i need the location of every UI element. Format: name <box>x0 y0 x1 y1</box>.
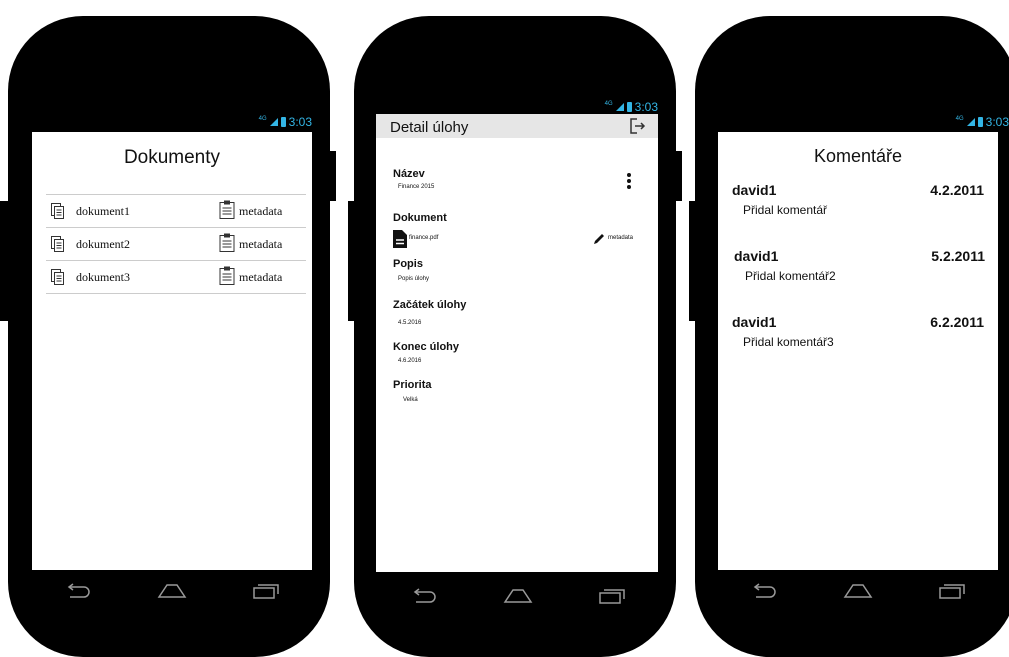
side-button <box>348 201 358 321</box>
nav-bar <box>718 571 998 611</box>
document-list: dokument1 metadata dokument2 metadata do… <box>46 194 306 294</box>
list-item[interactable]: dokument2 metadata <box>46 228 306 261</box>
back-icon[interactable] <box>410 588 438 604</box>
status-bar: 4G 3:03 <box>956 115 1009 129</box>
side-button <box>689 201 699 321</box>
page-title: Dokumenty <box>123 147 221 168</box>
status-time: 3:03 <box>288 115 312 129</box>
network-type: 4G <box>955 116 964 122</box>
field-value-zacatek: 4.5.2016 <box>398 320 422 326</box>
comment-author: david1 <box>732 314 777 330</box>
metadata-link[interactable]: metadata <box>239 270 282 285</box>
field-value-popis: Popis úlohy <box>398 276 430 282</box>
document-icon <box>51 236 64 252</box>
signal-icon <box>269 118 278 126</box>
field-label-priorita: Priorita <box>393 379 432 391</box>
status-time: 3:03 <box>985 115 1009 129</box>
metadata-link[interactable]: metadata <box>239 237 282 252</box>
network-type: 4G <box>258 116 267 122</box>
document-name[interactable]: dokument3 <box>76 270 130 285</box>
document-name[interactable]: dokument1 <box>76 204 130 219</box>
nav-bar <box>378 576 658 616</box>
back-icon[interactable] <box>64 583 92 599</box>
app-bar: Detail úlohy <box>376 114 658 138</box>
more-vert-icon[interactable] <box>626 172 632 190</box>
back-icon[interactable] <box>750 583 778 599</box>
logout-icon[interactable] <box>630 118 646 134</box>
side-button <box>672 151 682 201</box>
home-icon[interactable] <box>503 588 533 604</box>
side-button <box>326 151 336 201</box>
field-value-konec: 4.6.2016 <box>398 358 422 364</box>
network-type: 4G <box>604 101 613 107</box>
comment-date: 6.2.2011 <box>930 314 984 330</box>
status-time: 3:03 <box>634 100 658 114</box>
task-detail-screen: Detail úlohy Název Finance 2015 Dokument… <box>376 114 658 572</box>
pdf-file-icon[interactable] <box>393 230 407 248</box>
field-value-nazev: Finance 2015 <box>398 184 435 190</box>
list-item[interactable]: dokument3 metadata <box>46 261 306 294</box>
phone-comments: 4G 3:03 Komentáře david1 4.2.2011 Přidal… <box>689 16 1009 657</box>
metadata-link[interactable]: metadata <box>608 235 633 241</box>
comment-text: Přidal komentář <box>743 203 828 217</box>
field-value-priorita: Velká <box>403 397 418 403</box>
document-icon <box>51 203 64 219</box>
comment-date: 4.2.2011 <box>930 182 984 198</box>
page-title: Detail úlohy <box>390 119 469 136</box>
battery-icon <box>977 117 983 127</box>
recents-icon[interactable] <box>598 588 626 604</box>
signal-icon <box>615 103 624 111</box>
documents-screen: Dokumenty dokument1 metadata dokument2 m… <box>32 132 312 570</box>
comment-date: 5.2.2011 <box>931 248 985 264</box>
battery-icon <box>626 102 632 112</box>
side-button <box>0 201 10 321</box>
comment-author: david1 <box>734 248 779 264</box>
list-item[interactable]: dokument1 metadata <box>46 195 306 228</box>
recents-icon[interactable] <box>938 583 966 599</box>
field-label-popis: Popis <box>393 258 423 270</box>
comment-text: Přidal komentář2 <box>745 269 836 283</box>
document-name[interactable]: dokument2 <box>76 237 130 252</box>
signal-icon <box>966 118 975 126</box>
comment-item: david1 6.2.2011 Přidal komentář3 <box>718 132 998 349</box>
clipboard-icon[interactable] <box>219 200 235 219</box>
clipboard-icon[interactable] <box>219 233 235 252</box>
pencil-icon[interactable] <box>593 232 606 245</box>
metadata-link[interactable]: metadata <box>239 204 282 219</box>
clipboard-icon[interactable] <box>219 266 235 285</box>
comment-author: david1 <box>732 182 777 198</box>
comments-screen: Komentáře david1 4.2.2011 Přidal komentá… <box>718 132 998 570</box>
nav-bar <box>32 571 312 611</box>
status-bar: 4G 3:03 <box>259 115 312 129</box>
phone-task-detail: 4G 3:03 Detail úlohy Název Finance 2015 … <box>348 16 682 657</box>
document-icon <box>51 269 64 285</box>
page-title: Komentáře <box>813 146 903 166</box>
document-file-name[interactable]: finance.pdf <box>409 235 438 241</box>
home-icon[interactable] <box>843 583 873 599</box>
home-icon[interactable] <box>157 583 187 599</box>
field-label-konec: Konec úlohy <box>393 341 460 353</box>
phone-documents: 4G 3:03 Dokumenty dokument1 metadata dok… <box>0 16 336 657</box>
battery-icon <box>280 117 286 127</box>
field-label-zacatek: Začátek úlohy <box>393 299 467 311</box>
status-bar: 4G 3:03 <box>605 100 658 114</box>
recents-icon[interactable] <box>252 583 280 599</box>
comment-text: Přidal komentář3 <box>743 335 834 349</box>
field-label-dokument: Dokument <box>393 212 447 224</box>
field-label-nazev: Název <box>393 168 425 180</box>
